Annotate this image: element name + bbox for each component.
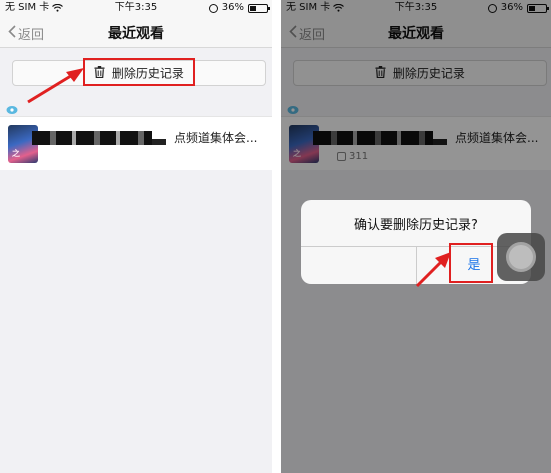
- dialog-message: 确认要删除历史记录?: [354, 218, 478, 233]
- redacted-text: [152, 139, 166, 145]
- assistive-touch-button[interactable]: [497, 233, 545, 281]
- history-list: 之 点频道集体会...: [0, 98, 272, 172]
- highlight-box: [83, 58, 195, 86]
- section-tag-icon: [6, 100, 20, 114]
- redacted-text: [32, 131, 152, 145]
- battery-percent: 36%: [221, 2, 244, 13]
- page-title: 最近观看: [108, 26, 164, 42]
- battery-icon: [248, 3, 270, 13]
- screen-right: 无 SIM 卡 下午3:35 36% 返回 最近观看 删除历史记录 之 点频道集…: [281, 0, 551, 473]
- list-item[interactable]: 之 点频道集体会...: [0, 116, 272, 170]
- highlight-box: [449, 243, 493, 283]
- annotation-arrow-icon: [415, 252, 451, 288]
- annotation-arrow-icon: [27, 68, 84, 104]
- screen-left: 无 SIM 卡 下午3:35 36% 返回 最近观看 删除历史记录 之 点频道集…: [0, 0, 272, 473]
- status-bar: 无 SIM 卡 下午3:35 36%: [0, 0, 272, 16]
- assistive-touch-icon: [506, 242, 536, 272]
- navigation-bar: 返回 最近观看: [0, 16, 272, 48]
- rotation-lock-icon: [208, 3, 218, 13]
- item-title: 点频道集体会...: [174, 131, 258, 145]
